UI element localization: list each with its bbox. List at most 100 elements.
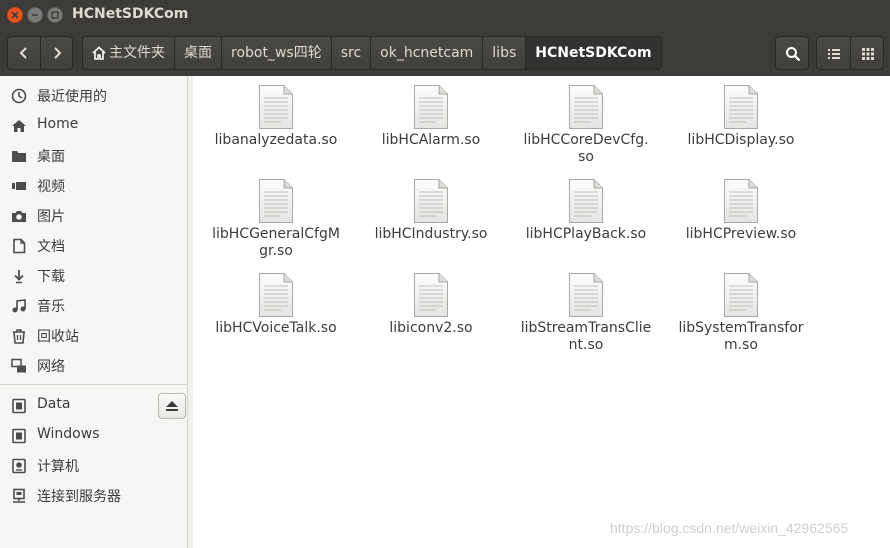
file-name: libiconv2.so — [389, 320, 473, 336]
trash-icon — [13, 329, 25, 344]
home-icon — [12, 120, 26, 132]
camera-icon — [12, 211, 26, 222]
breadcrumb: 主文件夹 桌面 robot_ws四轮 src ok_hcnetcam libs … — [82, 36, 662, 70]
file-name: libStreamTransClie nt.so — [520, 320, 652, 353]
file-item[interactable]: libSystemTransfor m.so — [666, 272, 816, 354]
file-item[interactable]: libHCVoiceTalk.so — [201, 272, 351, 337]
forward-button[interactable] — [41, 37, 73, 69]
file-icon — [724, 273, 758, 317]
maximize-window-button[interactable] — [47, 7, 63, 23]
close-window-button[interactable] — [7, 7, 23, 23]
folder-icon — [12, 151, 26, 162]
sidebar-divider — [0, 384, 187, 385]
home-icon — [92, 46, 106, 60]
close-icon — [11, 11, 19, 19]
sidebar-item-label: 视频 — [37, 179, 65, 195]
sidebar-item-music[interactable]: 音乐 — [0, 291, 187, 321]
breadcrumb-home[interactable]: 主文件夹 — [83, 37, 175, 69]
file-name: libHCPlayBack.so — [525, 226, 647, 242]
file-item[interactable]: libHCPreview.so — [666, 178, 816, 243]
file-icon — [414, 85, 448, 129]
sidebar-item-label: 回收站 — [37, 329, 79, 345]
file-item[interactable]: libHCGeneralCfgM gr.so — [201, 178, 351, 260]
eject-icon — [166, 401, 178, 411]
file-icon — [724, 85, 758, 129]
toolbar: 主文件夹 桌面 robot_ws四轮 src ok_hcnetcam libs … — [0, 30, 890, 76]
video-icon — [12, 182, 26, 190]
chevron-right-icon — [54, 47, 62, 59]
sidebar-item-label: Data — [37, 396, 71, 412]
list-view-icon — [828, 49, 840, 59]
file-name: libHCIndustry.so — [374, 226, 488, 242]
minimize-icon — [32, 14, 38, 16]
sidebar-item-label: 网络 — [37, 359, 65, 375]
sidebar-item-label: 连接到服务器 — [37, 489, 121, 505]
sidebar-item-videos[interactable]: 视频 — [0, 171, 187, 201]
search-button[interactable] — [775, 36, 809, 70]
sidebar-item-home[interactable]: Home — [0, 111, 187, 141]
sidebar-item-downloads[interactable]: 下载 — [0, 261, 187, 291]
breadcrumb-robot-ws[interactable]: robot_ws四轮 — [222, 37, 332, 69]
back-button[interactable] — [8, 37, 41, 69]
file-name: libHCAlarm.so — [381, 132, 481, 148]
file-item[interactable]: libHCPlayBack.so — [511, 178, 661, 243]
sidebar-item-windows-drive[interactable]: Windows — [0, 421, 187, 451]
breadcrumb-current[interactable]: HCNetSDKCom — [526, 37, 661, 69]
sidebar-item-label: 计算机 — [37, 459, 79, 475]
file-item[interactable]: libStreamTransClie nt.so — [511, 272, 661, 354]
breadcrumb-src[interactable]: src — [332, 37, 372, 69]
file-name: libSystemTransfor m.so — [678, 320, 804, 353]
file-name: libHCPreview.so — [685, 226, 797, 242]
navigation-group — [7, 36, 73, 70]
file-icon — [259, 273, 293, 317]
file-item[interactable]: libHCIndustry.so — [356, 178, 506, 243]
sidebar-item-network[interactable]: 网络 — [0, 351, 187, 381]
file-icon — [569, 85, 603, 129]
sidebar-item-pictures[interactable]: 图片 — [0, 201, 187, 231]
grid-view-button[interactable] — [850, 36, 884, 70]
breadcrumb-ok-hcnetcam[interactable]: ok_hcnetcam — [371, 37, 484, 69]
sidebar: 最近使用的 Home 桌面 视频 图片 文档 下载 音乐 回收站 网络 Data — [0, 76, 188, 548]
file-item[interactable]: libiconv2.so — [356, 272, 506, 337]
sidebar-item-label: 桌面 — [37, 149, 65, 165]
file-icon — [569, 273, 603, 317]
window-title: HCNetSDKCom — [72, 6, 189, 22]
file-name: libHCCoreDevCfg. so — [523, 132, 649, 165]
file-item[interactable]: libHCCoreDevCfg. so — [511, 84, 661, 166]
sidebar-item-documents[interactable]: 文档 — [0, 231, 187, 261]
drive-icon — [12, 428, 26, 444]
music-icon — [12, 299, 26, 313]
sidebar-item-label: 图片 — [37, 209, 65, 225]
grid-view-icon — [862, 48, 874, 60]
maximize-icon — [51, 11, 59, 19]
server-icon — [13, 488, 25, 503]
file-icon — [259, 179, 293, 223]
file-view: libanalyzedata.so libHCAlarm.so libHCCor… — [193, 76, 890, 548]
breadcrumb-desktop[interactable]: 桌面 — [175, 37, 222, 69]
breadcrumb-libs[interactable]: libs — [483, 37, 527, 69]
drive-icon — [12, 398, 26, 414]
file-item[interactable]: libanalyzedata.so — [201, 84, 351, 149]
minimize-window-button[interactable] — [27, 7, 43, 23]
sidebar-item-recent[interactable]: 最近使用的 — [0, 81, 187, 111]
list-view-button[interactable] — [816, 36, 851, 70]
eject-button[interactable] — [158, 393, 186, 419]
sidebar-item-connect-server[interactable]: 连接到服务器 — [0, 481, 187, 511]
sidebar-item-computer[interactable]: 计算机 — [0, 451, 187, 481]
sidebar-item-label: 音乐 — [37, 299, 65, 315]
download-icon — [14, 270, 24, 284]
watermark: https://blog.csdn.net/weixin_42962565 — [610, 520, 849, 536]
network-icon — [11, 358, 26, 373]
chevron-left-icon — [19, 47, 27, 59]
clock-icon — [11, 88, 27, 104]
file-item[interactable]: libHCAlarm.so — [356, 84, 506, 149]
title-bar: HCNetSDKCom — [0, 0, 890, 30]
file-item[interactable]: libHCDisplay.so — [666, 84, 816, 149]
sidebar-item-trash[interactable]: 回收站 — [0, 321, 187, 351]
file-name: libHCDisplay.so — [687, 132, 795, 148]
sidebar-item-desktop[interactable]: 桌面 — [0, 141, 187, 171]
file-icon — [259, 85, 293, 129]
sidebar-item-label: 文档 — [37, 239, 65, 255]
sidebar-item-label: Windows — [37, 426, 100, 442]
file-name: libanalyzedata.so — [214, 132, 338, 148]
